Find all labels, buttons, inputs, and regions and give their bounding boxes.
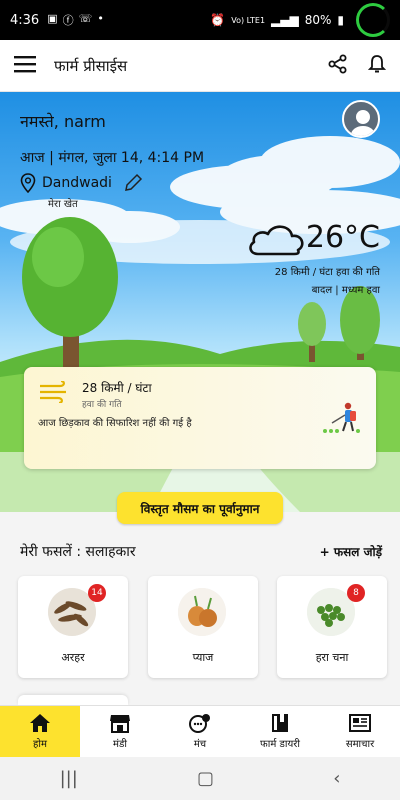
crop-card-green-gram[interactable]: 8 हरा चना (277, 576, 387, 678)
cloudy-weather-icon (249, 225, 304, 256)
detailed-forecast-button[interactable]: विस्तृत मौसम का पूर्वानुमान (117, 492, 283, 524)
card-wind-speed: 28 किमी / घंटा (82, 381, 152, 395)
nav-label: फार्म डायरी (260, 739, 300, 750)
spray-advisory-card[interactable]: 28 किमी / घंटा हवा की गति आज छिड़काव की … (24, 367, 376, 469)
edit-pencil-icon[interactable] (122, 172, 144, 194)
crop-card-pigeon-pea[interactable]: 14 अरहर (18, 576, 128, 678)
signal-text: Vo) LTE1 (231, 15, 266, 25)
alarm-icon: ⏰ (210, 13, 226, 27)
crop-name: अरहर (61, 651, 85, 664)
home-icon (30, 714, 50, 732)
card-wind-label: हवा की गति (82, 400, 122, 410)
advisory-count-badge: 8 (347, 584, 365, 602)
menu-icon[interactable] (14, 55, 36, 77)
gallery-icon: ▣ (47, 12, 58, 25)
location-name: Dandwadi (42, 175, 112, 191)
location-label: मेरा खेत (48, 199, 78, 210)
nav-market[interactable]: मंडी (80, 706, 160, 757)
status-bar: 4:36 ▣ ⓕ ☏ • ⏰ Vo) LTE1 ▂▄▆ 80% ▮ (0, 0, 400, 40)
nav-community[interactable]: मंच (160, 706, 240, 757)
dot-icon: • (97, 12, 104, 25)
greeting-text: नमस्ते, narm (20, 112, 106, 131)
community-icon (189, 714, 210, 733)
system-navigation-bar: ||| ▢ ‹ (0, 757, 400, 800)
location-row[interactable]: Dandwadi (20, 172, 144, 194)
onion-image (178, 588, 226, 636)
weather-condition-text: बादल | मध्यम हवा (311, 285, 380, 296)
notification-bell-icon[interactable] (367, 54, 387, 78)
status-time: 4:36 (10, 12, 40, 28)
facebook-icon: ⓕ (62, 14, 74, 27)
nav-news[interactable]: समाचार (320, 706, 400, 757)
crops-heading: मेरी फसलें : सलाहकार (20, 544, 136, 560)
loading-ring-icon (356, 3, 390, 37)
notification-icons: ▣ ⓕ ☏ • (47, 12, 104, 28)
app-bar: फार्म प्रीसाईस (0, 40, 400, 92)
avatar[interactable] (342, 100, 380, 138)
status-right: ⏰ Vo) LTE1 ▂▄▆ 80% ▮ (210, 3, 390, 37)
crop-card-partial[interactable] (18, 695, 128, 705)
battery-icon: ▮ (337, 13, 344, 27)
home-circle-icon[interactable]: ▢ (197, 768, 214, 789)
nav-label: मंडी (113, 739, 127, 750)
wind-icon (40, 381, 66, 403)
back-icon[interactable]: ‹ (333, 768, 340, 789)
nav-farm-diary[interactable]: फार्म डायरी (240, 706, 320, 757)
app-title: फार्म प्रीसाईस (54, 56, 128, 75)
signal-icon: ▂▄▆ (271, 13, 299, 27)
bottom-navigation: होम मंडी मंच फार्म डायरी समाचार (0, 705, 400, 757)
diary-icon (272, 714, 288, 732)
app-bar-actions (328, 54, 387, 78)
recent-apps-icon[interactable]: ||| (60, 768, 78, 789)
nav-label: होम (33, 739, 47, 750)
store-icon (110, 715, 130, 733)
wind-speed-text: 28 किमी / घंटा हवा की गति (274, 267, 380, 278)
temperature-text: 26°C (305, 220, 380, 255)
news-icon (349, 714, 371, 732)
nav-label: मंच (193, 739, 207, 750)
battery-text: 80% (304, 13, 332, 27)
spray-advice-text: आज छिड़काव की सिफारिश नहीं की गई है (38, 418, 192, 429)
missed-call-icon: ☏ (78, 12, 93, 25)
crop-name: हरा चना (315, 651, 349, 664)
add-crop-button[interactable]: + फसल जोड़ें (320, 543, 382, 560)
share-icon[interactable] (328, 54, 348, 78)
date-text: आज | मंगल, जुला 14, 4:14 PM (20, 150, 205, 166)
advisory-count-badge: 14 (88, 584, 106, 602)
farmer-spraying-icon (323, 402, 360, 433)
weather-hero: नमस्ते, narm आज | मंगल, जुला 14, 4:14 PM… (0, 92, 400, 512)
nav-home[interactable]: होम (0, 706, 80, 757)
crop-name: प्याज (192, 651, 214, 664)
nav-label: समाचार (345, 739, 375, 750)
location-pin-icon (20, 173, 36, 193)
crop-card-onion[interactable]: प्याज (148, 576, 258, 678)
